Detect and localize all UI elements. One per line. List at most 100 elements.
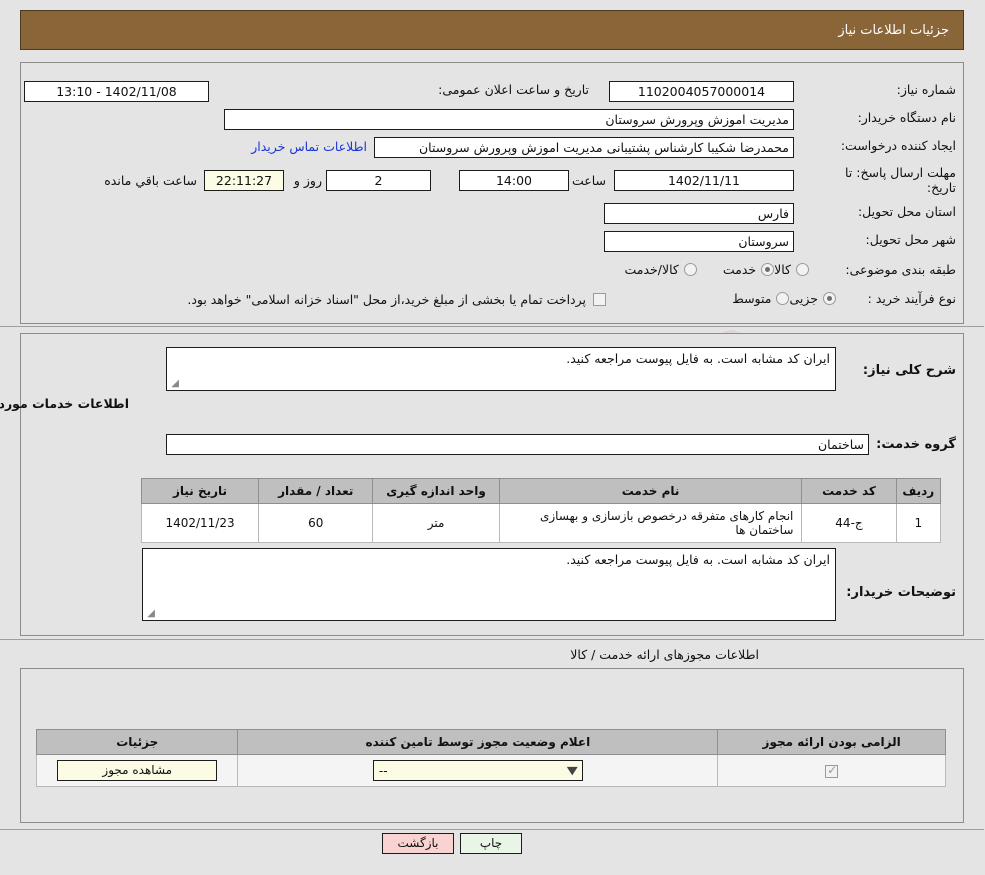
services-col-quantity: تعداد / مقدار	[259, 478, 375, 504]
page-title: جزئیات اطلاعات نیاز	[839, 22, 950, 38]
services-col-code: کد خدمت	[802, 478, 898, 504]
city-row: شهر محل تحویل:	[867, 232, 957, 247]
permits-col-status: اعلام وضعیت مجوز توسط تامین کننده	[238, 729, 720, 755]
services-cell-unit: متر	[373, 503, 501, 543]
need-number-row: شماره نیاز:	[898, 82, 957, 97]
category-option-kala[interactable]: کالا	[775, 262, 810, 277]
services-table: ردیف کد خدمت نام خدمت واحد اندازه گیری ت…	[141, 478, 943, 543]
process-label: نوع فرآیند خرید :	[868, 291, 957, 306]
radio-icon-motevaset[interactable]	[777, 292, 791, 305]
hour-label: ساعت	[572, 173, 607, 188]
need-number-value[interactable]: 1102004057000014	[610, 81, 795, 102]
services-cell-quantity: 60	[259, 503, 375, 543]
countdown-value: 22:11:27	[205, 170, 285, 191]
announce-datetime-label: تاریخ و ساعت اعلان عمومی:	[439, 82, 590, 97]
hour-value[interactable]: 14:00	[460, 170, 570, 191]
process-option-jozee[interactable]: جزیی	[790, 291, 837, 306]
category-option-khedmat-label: خدمت	[723, 262, 758, 277]
city-value[interactable]: سروستان	[605, 231, 795, 252]
back-button[interactable]: بازگشت	[383, 833, 455, 854]
divider-middle	[0, 639, 985, 640]
services-col-row: ردیف	[896, 478, 943, 504]
services-section-title: اطلاعات خدمات مورد نیاز	[0, 396, 130, 411]
days-value[interactable]: 2	[327, 170, 432, 191]
process-radio-group: جزیی متوسط	[707, 291, 837, 306]
permit-required-checkbox	[826, 763, 840, 778]
days-label: روز و	[294, 173, 323, 188]
services-cell-date: 1402/11/23	[141, 503, 261, 543]
category-row: طبقه بندی موضوعی:	[846, 262, 957, 277]
category-option-khedmat[interactable]: خدمت	[723, 262, 776, 277]
services-col-name: نام خدمت	[499, 478, 804, 504]
requester-row: ایجاد کننده درخواست:	[842, 138, 957, 153]
general-description-textarea[interactable]: ایران کد مشابه است. به فایل پیوست مراجعه…	[167, 347, 837, 391]
buyer-org-label: نام دستگاه خریدار:	[858, 110, 957, 125]
deadline-date-value[interactable]: 1402/11/11	[615, 170, 795, 191]
category-radio-group: کالا خدمت کالا/خدمت	[599, 262, 810, 277]
category-option-kala-khedmat-label: کالا/خدمت	[625, 262, 680, 277]
permits-cell-status: ▼ --	[238, 754, 720, 787]
general-description-label: شرح کلی نیاز:	[863, 363, 957, 378]
process-option-jozee-label: جزیی	[790, 291, 819, 306]
services-cell-code: ج-44	[802, 503, 898, 543]
permits-cell-required	[718, 754, 947, 787]
province-value[interactable]: فارس	[605, 203, 795, 224]
permit-status-select[interactable]: ▼ --	[373, 760, 584, 781]
divider-top	[0, 326, 985, 327]
divider-bottom	[0, 829, 985, 830]
deadline-label-block: مهلت ارسال پاسخ: تا تاریخ:	[846, 165, 957, 195]
announce-datetime-value[interactable]: 1402/11/08 - 13:10	[25, 81, 210, 102]
process-row: نوع فرآیند خرید :	[869, 291, 957, 306]
table-row: 1 ج-44 انجام کارهای متفرقه درخصوص بازساز…	[141, 503, 943, 543]
category-option-kala-label: کالا	[775, 262, 792, 277]
buyer-notes-value: ایران کد مشابه است. به فایل پیوست مراجعه…	[567, 552, 831, 567]
requester-value[interactable]: محمدرضا شکیبا کارشناس پشتیبانی مدیریت ام…	[375, 137, 795, 158]
announce-datetime-row: تاریخ و ساعت اعلان عمومی:	[439, 82, 590, 97]
services-table-header-row: ردیف کد خدمت نام خدمت واحد اندازه گیری ت…	[141, 478, 943, 504]
resize-grip-icon-notes[interactable]: ◢	[146, 609, 156, 619]
city-label: شهر محل تحویل:	[866, 232, 957, 247]
buyer-notes-textarea[interactable]: ایران کد مشابه است. به فایل پیوست مراجعه…	[143, 548, 837, 621]
services-col-unit: واحد اندازه گیری	[373, 478, 501, 504]
permit-status-value: --	[379, 763, 389, 778]
table-row: ▼ -- مشاهده مجوز	[36, 754, 947, 787]
permits-col-required: الزامی بودن ارائه مجوز	[718, 729, 947, 755]
buyer-contact-link[interactable]: اطلاعات تماس خریدار	[252, 139, 368, 154]
province-row: استان محل تحویل:	[859, 204, 957, 219]
radio-icon-jozee[interactable]	[824, 292, 837, 305]
category-label: طبقه بندی موضوعی:	[846, 262, 957, 277]
print-button[interactable]: چاپ	[461, 833, 523, 854]
treasury-checkbox[interactable]	[594, 293, 607, 306]
need-number-label: شماره نیاز:	[897, 82, 957, 97]
remaining-label: ساعت باقي مانده	[105, 173, 198, 188]
permits-section-title: اطلاعات مجوزهای ارائه خدمت / کالا	[571, 647, 760, 662]
permits-table: الزامی بودن ارائه مجوز اعلام وضعیت مجوز …	[36, 729, 947, 787]
buyer-notes-label: توضیحات خریدار:	[847, 585, 957, 600]
service-group-label: گروه خدمت:	[877, 437, 957, 452]
radio-icon-khedmat[interactable]	[762, 263, 776, 276]
process-option-motevaset[interactable]: متوسط	[733, 291, 791, 306]
chevron-down-icon: ▼	[568, 764, 580, 777]
service-group-value[interactable]: ساختمان	[167, 434, 870, 455]
buyer-org-row: نام دستگاه خریدار:	[859, 110, 957, 125]
services-cell-row: 1	[896, 503, 943, 543]
page-header: جزئیات اطلاعات نیاز	[21, 10, 965, 50]
process-option-motevaset-label: متوسط	[733, 291, 773, 306]
permits-col-detail: جزئیات	[36, 729, 240, 755]
view-permit-button[interactable]: مشاهده مجوز	[58, 760, 219, 781]
category-option-kala-khedmat[interactable]: کالا/خدمت	[625, 262, 698, 277]
requester-label: ایجاد کننده درخواست:	[841, 138, 957, 153]
services-col-date: تاریخ نیاز	[141, 478, 261, 504]
radio-icon-kala[interactable]	[797, 263, 810, 276]
deadline-label-line1: مهلت ارسال پاسخ: تا	[846, 165, 957, 180]
treasury-text: پرداخت تمام یا بخشی از مبلغ خرید،از محل …	[188, 292, 587, 307]
radio-icon-kala-khedmat[interactable]	[684, 263, 698, 276]
buyer-org-value[interactable]: مدیریت اموزش وپرورش سروستان	[225, 109, 795, 130]
resize-grip-icon[interactable]: ◢	[170, 379, 180, 389]
deadline-label-line2: تاریخ:	[927, 180, 957, 195]
province-label: استان محل تحویل:	[858, 204, 957, 219]
permits-cell-detail: مشاهده مجوز	[36, 754, 240, 787]
services-cell-name: انجام کارهای متفرقه درخصوص بازسازی و بهس…	[499, 503, 804, 543]
permits-table-header-row: الزامی بودن ارائه مجوز اعلام وضعیت مجوز …	[36, 729, 947, 755]
general-description-value: ایران کد مشابه است. به فایل پیوست مراجعه…	[567, 351, 831, 366]
